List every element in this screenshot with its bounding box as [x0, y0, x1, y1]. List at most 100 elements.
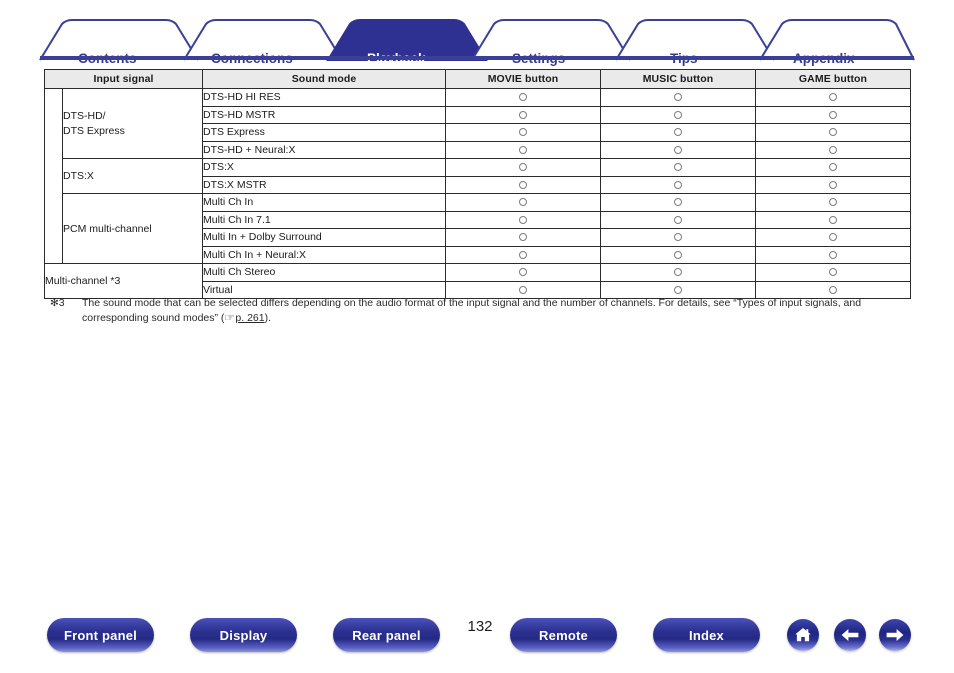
circle-marker [519, 145, 527, 154]
page-number: 132 [467, 618, 493, 635]
circle-marker [829, 145, 837, 154]
game-cell [755, 175, 911, 194]
page-reference-link[interactable]: p. 261 [235, 312, 264, 324]
header-game-button: GAME button [755, 69, 911, 89]
circle-marker [674, 198, 682, 207]
circle-marker [829, 163, 837, 172]
game-cell [755, 245, 911, 264]
table-row: Multi-channel *3 Multi Ch Stereo [44, 263, 911, 299]
sound-mode-cell: DTS-HD + Neural:X [202, 140, 446, 159]
circle-marker [519, 198, 527, 207]
remote-button[interactable]: Remote [510, 618, 617, 652]
circle-marker [829, 268, 837, 277]
forward-button[interactable] [879, 619, 911, 651]
footnote-body: The sound mode that can be selected diff… [82, 296, 914, 327]
sound-mode-cell: Multi Ch In [202, 193, 446, 212]
movie-cell [445, 193, 601, 212]
footnote-mark: ✻3 [50, 297, 65, 309]
home-icon [795, 628, 811, 642]
circle-marker [674, 215, 682, 224]
circle-marker [829, 233, 837, 242]
circle-marker [519, 233, 527, 242]
movie-cell [445, 245, 601, 264]
circle-marker [674, 180, 682, 189]
circle-marker [519, 110, 527, 119]
table-row: DTS-HD/ DTS Express DTS-HD HI RES [44, 88, 911, 264]
circle-marker [519, 163, 527, 172]
circle-marker [829, 110, 837, 119]
sound-mode-cell: DTS:X [202, 158, 446, 177]
music-cell [600, 105, 756, 124]
group-label-dts-x: DTS:X [62, 158, 203, 194]
circle-marker [829, 198, 837, 207]
music-cell [600, 210, 756, 229]
circle-marker [674, 110, 682, 119]
group-label-pcm-multi-channel: PCM multi-channel [62, 193, 203, 264]
tab-bar-underline [40, 56, 914, 60]
supergroup-label-multi-channel: Multi-channel *3 [44, 263, 203, 299]
circle-marker [519, 215, 527, 224]
home-button[interactable] [787, 619, 819, 651]
rear-panel-button[interactable]: Rear panel [333, 618, 440, 652]
movie-cell [445, 228, 601, 247]
manual-page: Contents Connections Playback Settings T… [0, 0, 954, 673]
movie-cell [445, 175, 601, 194]
index-button[interactable]: Index [653, 618, 760, 652]
music-cell [600, 88, 756, 107]
sound-mode-cell: Multi Ch In + Neural:X [202, 245, 446, 264]
group-label-dts-hd: DTS-HD/ DTS Express [62, 88, 203, 159]
game-cell [755, 140, 911, 159]
circle-marker [519, 93, 527, 102]
circle-marker [829, 215, 837, 224]
sound-mode-cell: DTS:X MSTR [202, 175, 446, 194]
pointing-hand-icon: ☞ [224, 313, 236, 325]
game-cell [755, 123, 911, 142]
display-button[interactable]: Display [190, 618, 297, 652]
circle-marker [519, 285, 527, 294]
back-button[interactable] [834, 619, 866, 651]
circle-marker [519, 180, 527, 189]
sound-mode-cell: DTS-HD HI RES [202, 88, 446, 107]
music-cell [600, 263, 756, 282]
circle-marker [674, 233, 682, 242]
circle-marker [519, 250, 527, 259]
movie-cell [445, 105, 601, 124]
footnote-text: The sound mode that can be selected diff… [82, 297, 862, 325]
circle-marker [829, 93, 837, 102]
table-body: DTS-HD/ DTS Express DTS-HD HI RES DTS-HD… [44, 88, 911, 299]
game-cell [755, 105, 911, 124]
arrow-right-icon [886, 629, 904, 641]
supergroup-spacer-cell [44, 88, 63, 264]
music-cell [600, 140, 756, 159]
music-cell [600, 228, 756, 247]
table-header-row: Input signal Sound mode MOVIE button MUS… [44, 69, 911, 89]
movie-cell [445, 263, 601, 282]
circle-marker [674, 268, 682, 277]
sound-mode-table: Input signal Sound mode MOVIE button MUS… [44, 69, 911, 299]
circle-marker [674, 145, 682, 154]
header-movie-button: MOVIE button [445, 69, 601, 89]
game-cell [755, 88, 911, 107]
header-sound-mode: Sound mode [202, 69, 446, 89]
footnote-text-after: ). [264, 312, 272, 325]
game-cell [755, 158, 911, 177]
circle-marker [674, 163, 682, 172]
circle-marker [519, 128, 527, 137]
sound-mode-cell: Multi Ch Stereo [202, 263, 446, 282]
circle-marker [829, 285, 837, 294]
group-label-line-2: DTS Express [63, 124, 125, 137]
sound-mode-table-wrapper: Input signal Sound mode MOVIE button MUS… [44, 69, 911, 299]
music-cell [600, 175, 756, 194]
header-input-signal: Input signal [44, 69, 203, 89]
circle-marker [674, 285, 682, 294]
movie-cell [445, 140, 601, 159]
sound-mode-cell: DTS Express [202, 123, 446, 142]
sound-mode-cell: Multi In + Dolby Surround [202, 228, 446, 247]
circle-marker [519, 268, 527, 277]
game-cell [755, 228, 911, 247]
front-panel-button[interactable]: Front panel [47, 618, 154, 652]
music-cell [600, 193, 756, 212]
game-cell [755, 210, 911, 229]
table-header: Input signal Sound mode MOVIE button MUS… [44, 69, 911, 89]
game-cell [755, 263, 911, 282]
